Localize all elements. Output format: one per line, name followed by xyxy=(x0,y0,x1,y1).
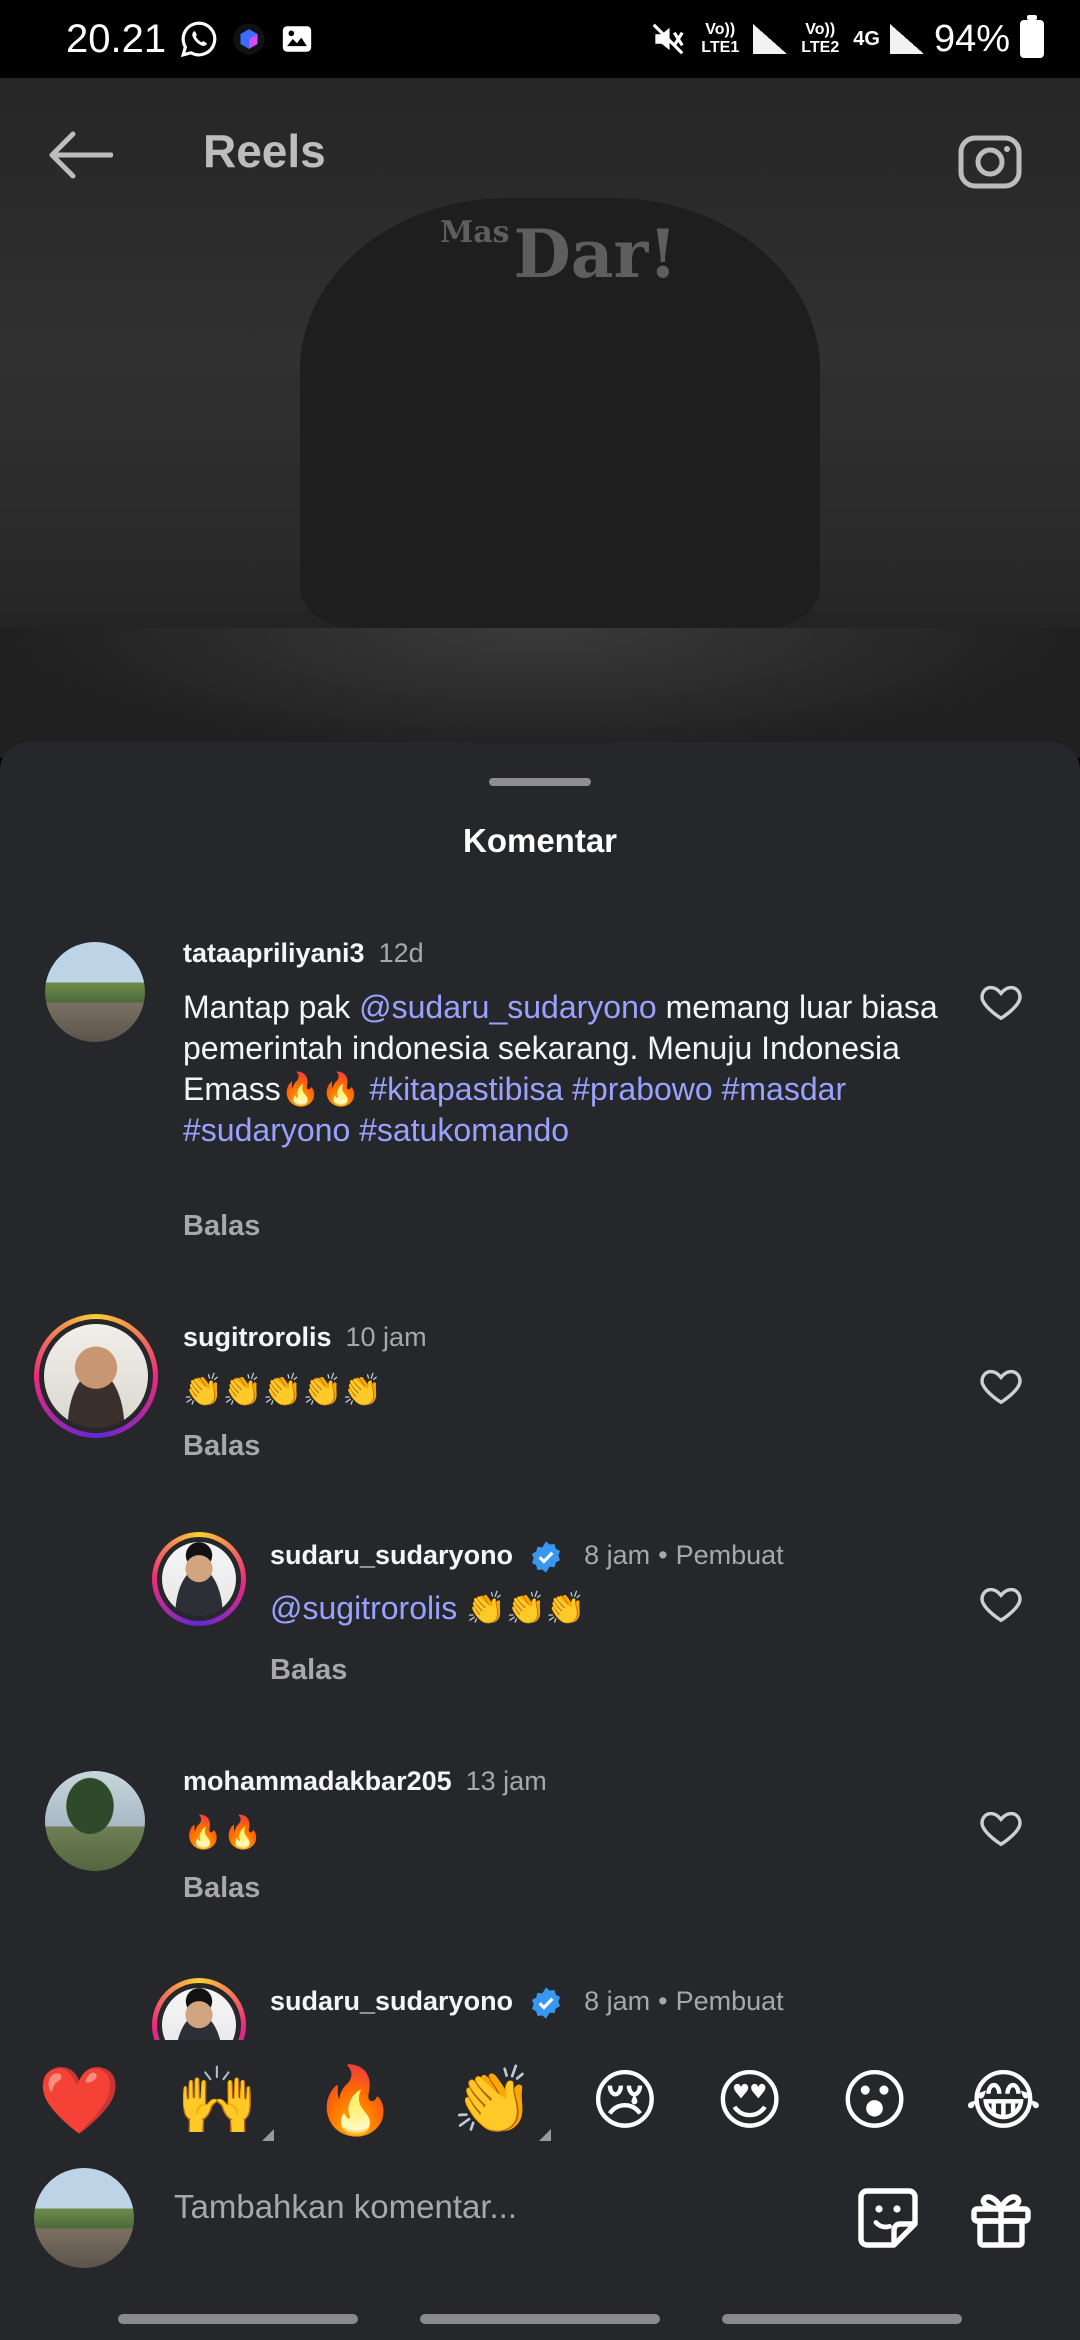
comment-text: @sugitrorolis 👏👏👏 xyxy=(270,1590,586,1626)
whatsapp-icon xyxy=(180,21,217,58)
nav-home[interactable] xyxy=(420,2314,660,2324)
comment-text: 👏👏👏👏👏 xyxy=(183,1372,383,1408)
hashtag-link[interactable]: #prabowo xyxy=(572,1071,713,1107)
avatar[interactable] xyxy=(152,1978,246,2040)
signal2-icon xyxy=(889,24,924,54)
sheet-title: Komentar xyxy=(462,822,618,859)
reaction-surprised[interactable]: 😮 xyxy=(840,2067,909,2133)
heart-icon[interactable] xyxy=(978,1362,1024,1408)
comment-text-segment: Mantap pak xyxy=(183,989,360,1025)
comment-username[interactable]: tataapriliyani3 12d xyxy=(183,938,424,969)
comment-time: 8 jam xyxy=(584,1540,651,1571)
comment-text-segment xyxy=(563,1071,572,1107)
comment-text-segment xyxy=(713,1071,722,1107)
reaction-laugh[interactable]: 😂 xyxy=(965,2067,1042,2133)
creator-label: Pembuat xyxy=(675,1540,784,1571)
reaction-raised-hands[interactable]: 🙌 xyxy=(176,2067,275,2141)
comment-time: 8 jam xyxy=(584,1986,651,2017)
sheet-drag-handle[interactable] xyxy=(489,778,591,786)
heart-icon[interactable] xyxy=(978,978,1024,1024)
avatar[interactable] xyxy=(34,1314,158,1438)
comment-text: Mantap pak @sudaru_sudaryono memang luar… xyxy=(183,987,943,1151)
avatar[interactable] xyxy=(45,1771,145,1871)
hashtag-link[interactable]: #sudaryono xyxy=(183,1112,350,1148)
reaction-cry[interactable]: 😢 xyxy=(591,2067,660,2133)
nav-back[interactable] xyxy=(722,2314,962,2324)
reply-button[interactable]: Balas xyxy=(183,1872,260,1905)
gallery-icon xyxy=(282,26,312,52)
comment-time: 12d xyxy=(378,938,424,968)
mention-link[interactable]: @sudaru_sudaryono xyxy=(359,989,657,1025)
verified-badge-icon xyxy=(531,1541,560,1573)
comment-username[interactable]: sudaru_sudaryono 8 jam • Pembuat xyxy=(270,1986,784,2020)
battery-percent: 94% xyxy=(933,17,1010,60)
gift-icon[interactable] xyxy=(965,2182,1037,2254)
comment-username[interactable]: sugitrorolis 10 jam xyxy=(183,1322,427,1353)
heart-icon[interactable] xyxy=(978,1804,1024,1850)
arrow-left-icon xyxy=(49,131,113,179)
hashtag-link[interactable]: #masdar xyxy=(722,1071,847,1107)
reaction-fire[interactable]: 🔥 xyxy=(314,2067,396,2133)
mention-link[interactable]: @sugitrorolis xyxy=(270,1590,457,1626)
video-logo: MasDar! xyxy=(440,215,678,293)
page-title: Reels xyxy=(203,125,326,177)
reply-button[interactable]: Balas xyxy=(183,1210,260,1243)
comment-text-segment xyxy=(350,1112,359,1148)
reply-button[interactable]: Balas xyxy=(183,1430,260,1463)
sim2-label: Vo)) LTE2 xyxy=(801,21,840,56)
battery-icon xyxy=(1020,15,1044,58)
hashtag-link[interactable]: #kitapastibisa xyxy=(369,1071,563,1107)
comment-username[interactable]: mohammadakbar205 13 jam xyxy=(183,1766,547,1797)
reel-video[interactable] xyxy=(0,78,1080,758)
comment-username[interactable]: sudaru_sudaryono 8 jam • Pembuat xyxy=(270,1540,784,1574)
comment-time: 13 jam xyxy=(465,1766,547,1796)
reaction-clap[interactable]: 👏 xyxy=(452,2067,551,2141)
sticker-icon[interactable] xyxy=(852,2182,924,2254)
status-bar: 20.21 Vo)) LTE1 Vo)) LTE2 4G 94% xyxy=(0,0,1080,78)
camera-icon xyxy=(958,135,1022,189)
comment-time: 10 jam xyxy=(345,1322,427,1352)
system-navigation-bar xyxy=(0,2298,1080,2340)
nav-recents[interactable] xyxy=(118,2314,358,2324)
hashtag-link[interactable]: #satukomando xyxy=(359,1112,569,1148)
camera-button[interactable] xyxy=(950,120,1030,200)
mute-icon xyxy=(652,23,684,55)
heart-icon[interactable] xyxy=(978,1580,1024,1626)
video-crowd-shape xyxy=(0,628,1080,758)
signal1-icon xyxy=(753,24,788,54)
app-cube-icon xyxy=(233,23,265,55)
back-button[interactable] xyxy=(40,115,120,195)
avatar[interactable] xyxy=(45,942,145,1042)
verified-badge-icon xyxy=(531,1987,560,2019)
comment-input[interactable]: Tambahkan komentar... xyxy=(174,2188,517,2226)
reaction-heart[interactable]: ❤️ xyxy=(38,2067,120,2133)
comment-composer: Tambahkan komentar... xyxy=(0,2160,1080,2280)
quick-reactions-bar: ❤️ 🙌 🔥 👏 😢 😍 😮 😂 xyxy=(0,2040,1080,2160)
sim1-label: Vo)) LTE1 xyxy=(701,21,740,56)
comment-reply-item: sudaru_sudaryono 8 jam • Pembuat xyxy=(0,1974,1080,2040)
comment-text: 🔥🔥 xyxy=(183,1814,263,1850)
reaction-heart-eyes[interactable]: 😍 xyxy=(715,2067,784,2133)
avatar[interactable] xyxy=(152,1532,246,1626)
status-time: 20.21 xyxy=(66,16,167,61)
current-user-avatar xyxy=(34,2168,134,2268)
creator-label: Pembuat xyxy=(675,1986,784,2017)
reply-button[interactable]: Balas xyxy=(270,1654,347,1687)
network-type: 4G xyxy=(853,28,880,50)
